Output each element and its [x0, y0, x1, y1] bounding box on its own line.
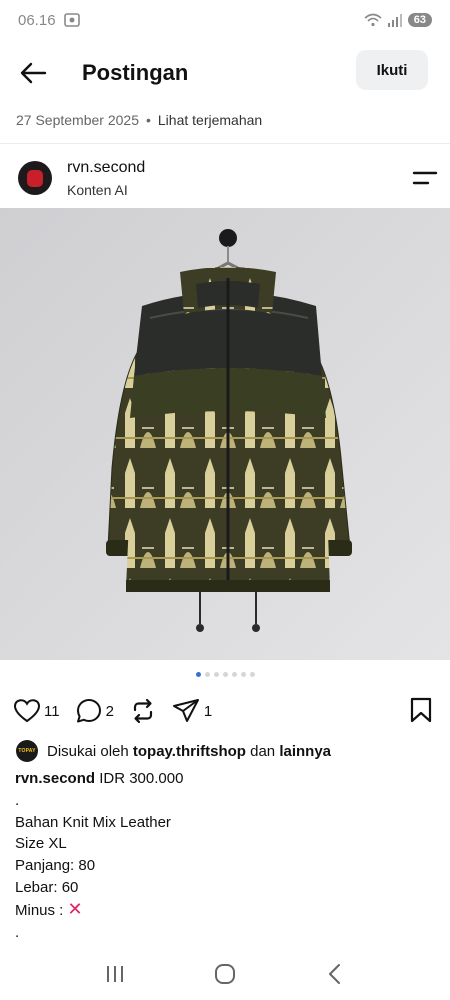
caption-author[interactable]: rvn.second	[15, 770, 95, 787]
post-meta: 27 September 2025 • Lihat terjemahan	[16, 112, 262, 128]
carousel-dot	[213, 672, 219, 677]
recent-apps-button[interactable]	[95, 954, 135, 994]
follow-button[interactable]: Ikuti	[356, 50, 428, 90]
repost-button[interactable]	[130, 698, 156, 724]
liker-avatar: TOPAY	[16, 740, 38, 762]
liked-by-text: Disukai oleh topay.thriftshop dan lainny…	[47, 743, 331, 760]
send-icon	[172, 699, 199, 722]
heart-icon	[14, 699, 40, 723]
author-avatar[interactable]	[18, 161, 52, 195]
ai-content-label[interactable]: Konten AI	[67, 182, 145, 198]
caption-first-line: rvn.second IDR 300.000	[15, 768, 435, 790]
like-count: 11	[44, 702, 60, 720]
home-button[interactable]	[205, 954, 245, 994]
liked-by-others[interactable]: lainnya	[279, 743, 331, 760]
home-icon	[215, 964, 235, 984]
post-author-row: rvn.second Konten AI	[18, 156, 438, 200]
caption-line: Panjang: 80	[15, 857, 96, 875]
post-photo[interactable]	[0, 208, 450, 660]
more-options-button[interactable]	[412, 168, 438, 188]
save-button[interactable]	[410, 697, 432, 728]
battery-indicator: 63	[407, 13, 432, 27]
recent-apps-icon	[107, 966, 123, 982]
carousel-dot	[240, 672, 246, 677]
status-time: 06.16	[18, 11, 56, 29]
page-title: Postingan	[82, 60, 189, 85]
screenshot-icon	[63, 13, 80, 27]
share-count: 1	[203, 702, 213, 720]
carousel-dot	[195, 672, 201, 677]
caption-line: Lebar: 60	[15, 878, 79, 896]
post-date: 27 September 2025	[16, 112, 139, 128]
comment-bubble-icon	[76, 699, 101, 723]
caption-line: Size XL	[15, 835, 67, 853]
author-text: rvn.second Konten AI	[67, 159, 145, 198]
repost-icon	[133, 698, 153, 724]
comment-count: 2	[105, 702, 114, 720]
back-button[interactable]	[16, 56, 50, 90]
carousel-dot	[204, 672, 210, 677]
wifi-icon	[364, 13, 382, 27]
carousel-indicator	[0, 672, 450, 677]
status-bar: 06.16 63	[0, 0, 450, 40]
caption-line: Bahan Knit Mix Leather	[15, 813, 171, 831]
liked-by-row[interactable]: TOPAY Disukai oleh topay.thriftshop dan …	[16, 740, 331, 762]
menu-lines-icon	[412, 171, 438, 185]
caption-line: .	[15, 791, 20, 809]
caption-price: IDR 300.000	[95, 770, 184, 787]
caption-minus-label: Minus :	[15, 901, 68, 919]
arrow-left-icon	[20, 62, 47, 84]
like-button[interactable]: 11	[14, 699, 60, 723]
status-left: 06.16	[18, 12, 80, 29]
top-app-bar: Postingan Ikuti	[0, 46, 450, 100]
liker-username[interactable]: topay.thriftshop	[133, 743, 246, 760]
signal-icon	[387, 14, 402, 27]
liked-by-prefix: Disukai oleh	[47, 742, 129, 760]
caption-trailing: .	[15, 923, 20, 941]
carousel-dot	[249, 672, 255, 677]
status-right: 63	[364, 13, 432, 27]
carousel-dot	[222, 672, 228, 677]
bookmark-icon	[410, 697, 432, 723]
liked-by-middle: dan	[250, 742, 276, 760]
meta-separator: •	[145, 112, 151, 128]
cross-mark-icon: ✕	[67, 898, 83, 919]
share-button[interactable]: 1	[172, 698, 212, 724]
system-back-button[interactable]	[315, 954, 355, 994]
post-caption: rvn.second IDR 300.000 . Bahan Knit Mix …	[15, 768, 435, 943]
jacket-photo-illustration	[0, 208, 450, 660]
post-actions-bar: 11 2 1	[14, 694, 440, 728]
divider	[0, 143, 450, 144]
comment-button[interactable]: 2	[76, 698, 114, 724]
carousel-dot	[231, 672, 237, 677]
system-navigation-bar	[0, 950, 450, 998]
author-username[interactable]: rvn.second	[67, 159, 145, 177]
chevron-left-icon	[329, 964, 340, 984]
caption-minus-line: Minus : ✕	[15, 899, 435, 922]
see-translation-link[interactable]: Lihat terjemahan	[158, 112, 262, 128]
